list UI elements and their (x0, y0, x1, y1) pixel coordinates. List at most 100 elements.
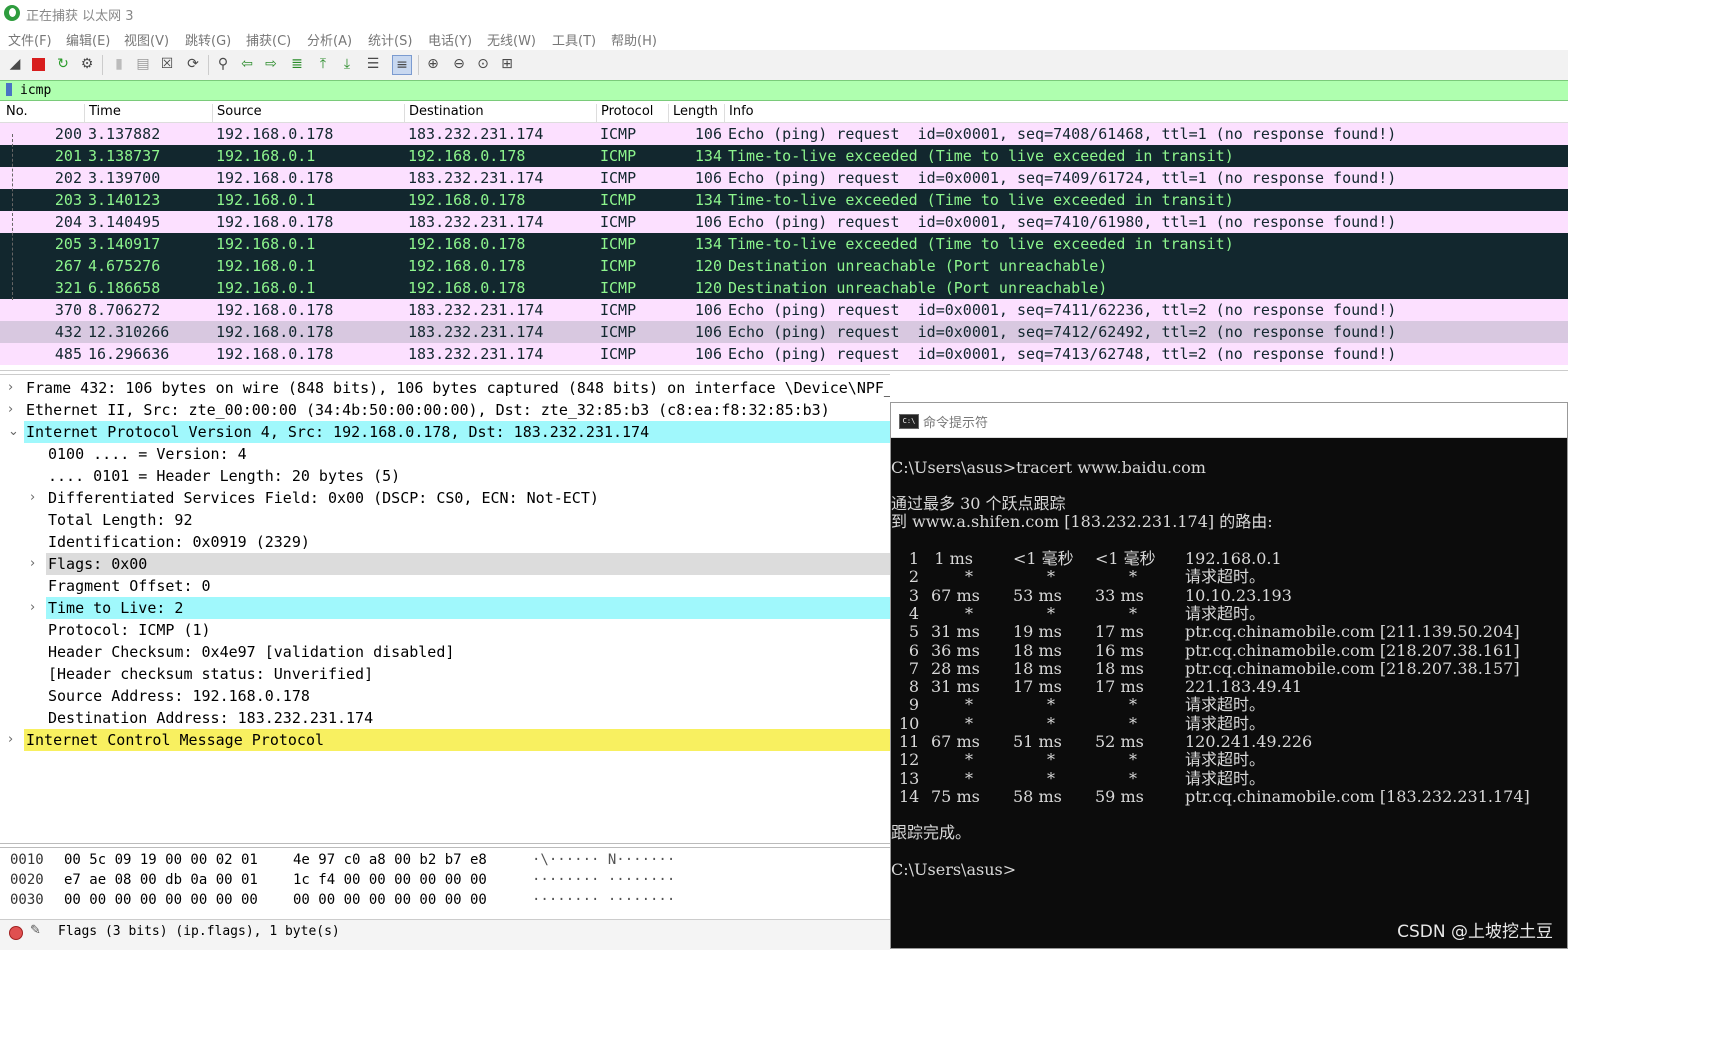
find-packet-icon[interactable]: ⚲ (214, 55, 232, 73)
detail-row[interactable]: › Time to Live: 2 (0, 597, 890, 619)
detail-row[interactable]: Source Address: 192.168.0.178 (0, 685, 890, 707)
packet-cell-len: 134 (694, 235, 722, 253)
packet-row[interactable]: 202 3.139700 192.168.0.178 183.232.231.174 I… (0, 167, 1568, 189)
packet-row[interactable]: 485 16.296636 192.168.0.178 183.232.231.174… (0, 343, 1568, 365)
menu-view[interactable]: 视图(V) (124, 30, 169, 49)
col-header-protocol[interactable]: Protocol (596, 104, 653, 122)
tracert-hop-b: <1 毫秒 (1013, 549, 1074, 568)
tracert-hop-b: 51 ms (1013, 732, 1062, 751)
detail-row[interactable]: Header Checksum: 0x4e97 [validation disa… (0, 641, 890, 663)
menu-file[interactable]: 文件(F) (8, 30, 52, 49)
col-header-time[interactable]: Time (84, 104, 121, 122)
packet-cell-time: 3.137882 (88, 125, 161, 143)
tracert-hop-h: 请求超时。 (1185, 750, 1266, 770)
display-filter-input[interactable] (20, 81, 1520, 100)
detail-row[interactable]: ⌄ Internet Protocol Version 4, Src: 192.1… (0, 421, 890, 443)
go-back-icon[interactable]: ⇦ (238, 55, 256, 73)
cmd-console[interactable]: C:\Users\asus>tracert www.baidu.com 通过最多… (891, 439, 1567, 948)
stop-capture-icon[interactable] (32, 58, 45, 71)
menu-wireless[interactable]: 无线(W) (487, 30, 536, 49)
tracert-hop-a: 67 ms (931, 585, 980, 605)
resize-columns-icon[interactable]: ⊞ (498, 55, 516, 73)
col-header-info[interactable]: Info (724, 104, 754, 122)
colorize-icon[interactable]: ≡ (392, 55, 412, 75)
expand-arrow-icon[interactable]: › (8, 729, 13, 751)
detail-row[interactable]: Identification: 0x0919 (2329) (0, 531, 890, 553)
detail-text: 0100 .... = Version: 4 (48, 445, 247, 463)
menu-tools[interactable]: 工具(T) (552, 30, 596, 49)
detail-row[interactable]: Protocol: ICMP (1) (0, 619, 890, 641)
zoom-in-icon[interactable]: ⊕ (424, 55, 442, 73)
menu-statistics[interactable]: 统计(S) (368, 30, 412, 49)
tracert-hop-a: * (965, 713, 973, 733)
bytes-row[interactable]: 0010 00 5c 09 19 00 00 02 01 4e 97 c0 a8 0… (0, 850, 890, 870)
detail-row[interactable]: [Header checksum status: Unverified] (0, 663, 890, 685)
col-header-no[interactable]: No. (2, 104, 28, 122)
last-packet-icon[interactable]: ⤓ (338, 55, 356, 73)
packet-row[interactable]: 370 8.706272 192.168.0.178 183.232.231.174 I… (0, 299, 1568, 321)
zoom-out-icon[interactable]: ⊖ (450, 55, 468, 73)
detail-row[interactable]: Total Length: 92 (0, 509, 890, 531)
close-file-icon[interactable]: ☒ (158, 55, 176, 73)
detail-row[interactable]: › Differentiated Services Field: 0x00 (DS… (0, 487, 890, 509)
bytes-row[interactable]: 0030 00 00 00 00 00 00 00 00 00 00 00 00 0… (0, 890, 890, 910)
packet-row[interactable]: 203 3.140123 192.168.0.1 192.168.0.178 ICMP 1… (0, 189, 1568, 211)
packet-row[interactable]: 201 3.138737 192.168.0.1 192.168.0.178 ICMP 1… (0, 145, 1568, 167)
detail-row[interactable]: 0100 .... = Version: 4 (0, 443, 890, 465)
detail-row[interactable]: .... 0101 = Header Length: 20 bytes (5) (0, 465, 890, 487)
menu-edit[interactable]: 编辑(E) (66, 30, 110, 49)
packet-cell-src: 192.168.0.178 (216, 345, 334, 363)
expand-arrow-icon[interactable]: › (30, 553, 35, 575)
menu-go[interactable]: 跳转(G) (185, 30, 231, 49)
packet-row[interactable]: 321 6.186658 192.168.0.1 192.168.0.178 ICMP 1… (0, 277, 1568, 299)
menu-capture[interactable]: 捕获(C) (246, 30, 291, 49)
shark-fin-start-icon[interactable]: ◢ (6, 55, 24, 73)
packet-row[interactable]: 432 12.310266 192.168.0.178 183.232.231.174… (0, 321, 1568, 343)
packet-cell-time: 3.140495 (88, 213, 161, 231)
packet-row[interactable]: 204 3.140495 192.168.0.178 183.232.231.174 I… (0, 211, 1568, 233)
packet-cell-len: 106 (694, 301, 722, 319)
collapse-arrow-icon[interactable]: ⌄ (8, 421, 19, 443)
detail-row[interactable]: › Internet Control Message Protocol (0, 729, 890, 751)
detail-text: Header Checksum: 0x4e97 [validation disa… (48, 643, 455, 661)
menu-help[interactable]: 帮助(H) (611, 30, 657, 49)
col-header-source[interactable]: Source (212, 104, 262, 122)
packet-cell-info: Time-to-live exceeded (Time to live exce… (728, 191, 1234, 209)
first-packet-icon[interactable]: ⤒ (314, 55, 332, 73)
packet-cell-src: 192.168.0.1 (216, 191, 316, 209)
col-header-length[interactable]: Length (668, 104, 718, 122)
go-forward-icon[interactable]: ⇨ (262, 55, 280, 73)
detail-row[interactable]: › Flags: 0x00 (0, 553, 890, 575)
expand-arrow-icon[interactable]: › (8, 399, 13, 421)
capture-options-icon[interactable]: ⚙ (78, 55, 96, 73)
restart-capture-icon[interactable]: ↻ (54, 55, 72, 73)
packet-cell-time: 6.186658 (88, 279, 161, 297)
reload-file-icon[interactable]: ⟳ (184, 55, 202, 73)
tracert-hop-a: 36 ms (931, 640, 980, 660)
bookmark-icon[interactable] (6, 83, 12, 96)
detail-row[interactable]: › Frame 432: 106 bytes on wire (848 bits)… (0, 377, 890, 399)
go-to-packet-icon[interactable]: ≣ (288, 55, 306, 73)
detail-row[interactable]: › Ethernet II, Src: zte_00:00:00 (34:4b:5… (0, 399, 890, 421)
expand-arrow-icon[interactable]: › (30, 597, 35, 619)
open-file-icon[interactable]: ▮ (110, 55, 128, 73)
packet-row[interactable]: 267 4.675276 192.168.0.1 192.168.0.178 ICMP 1… (0, 255, 1568, 277)
col-header-destination[interactable]: Destination (404, 104, 484, 122)
edit-comment-icon[interactable]: ✎ (30, 923, 41, 938)
detail-row[interactable]: Fragment Offset: 0 (0, 575, 890, 597)
packet-row[interactable]: 200 3.137882 192.168.0.178 183.232.231.174 I… (0, 123, 1568, 145)
autoscroll-icon[interactable]: ☰ (364, 55, 382, 73)
expand-arrow-icon[interactable]: › (8, 377, 13, 399)
save-file-icon[interactable]: ▤ (134, 55, 152, 73)
packet-row[interactable]: 205 3.140917 192.168.0.1 192.168.0.178 ICMP 1… (0, 233, 1568, 255)
normal-size-icon[interactable]: ⊙ (474, 55, 492, 73)
expert-info-icon[interactable] (9, 926, 23, 940)
packet-cell-len: 106 (694, 125, 722, 143)
menu-analyze[interactable]: 分析(A) (307, 30, 352, 49)
bytes-row[interactable]: 0020 e7 ae 08 00 db 0a 00 01 1c f4 00 00 0… (0, 870, 890, 890)
detail-row[interactable]: Destination Address: 183.232.231.174 (0, 707, 890, 729)
tracert-hop-b: * (1047, 695, 1055, 715)
wireshark-logo-icon (4, 5, 20, 21)
expand-arrow-icon[interactable]: › (30, 487, 35, 509)
menu-telephony[interactable]: 电话(Y) (428, 30, 472, 49)
